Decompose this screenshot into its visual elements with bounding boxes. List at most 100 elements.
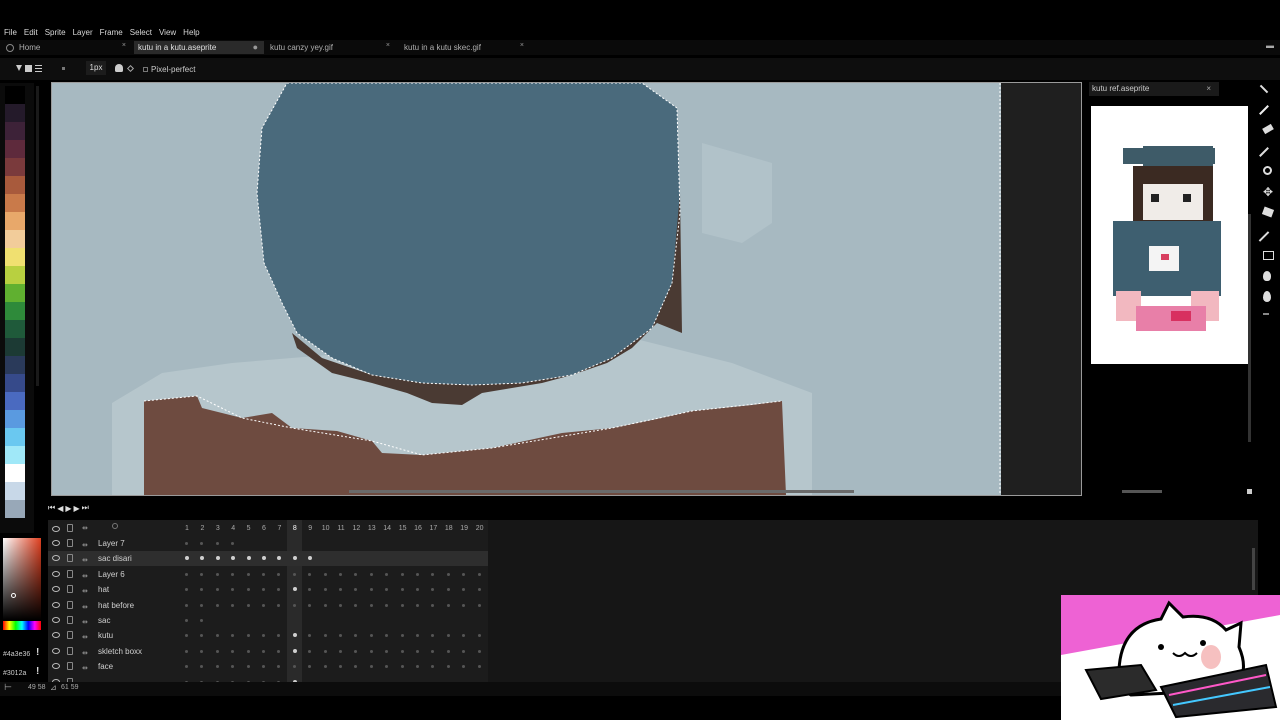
cel[interactable] xyxy=(323,572,327,576)
cel[interactable] xyxy=(369,649,373,653)
palette-swatch[interactable] xyxy=(5,428,25,446)
cel[interactable] xyxy=(262,665,265,669)
palette-scrollbar[interactable] xyxy=(36,86,39,386)
palette-swatch[interactable] xyxy=(5,140,25,158)
arrow-down-icon[interactable] xyxy=(16,65,22,71)
cel[interactable] xyxy=(385,634,389,638)
cel[interactable] xyxy=(277,556,282,561)
cel[interactable] xyxy=(477,572,481,576)
hue-slider[interactable] xyxy=(3,621,41,630)
cel[interactable] xyxy=(246,649,250,653)
cel[interactable] xyxy=(246,572,250,576)
link-icon[interactable]: ⇹ xyxy=(82,633,88,641)
lock-icon[interactable] xyxy=(67,585,73,594)
cel[interactable] xyxy=(215,649,219,653)
reference-vertical-scrollbar[interactable] xyxy=(1248,214,1251,442)
cel[interactable] xyxy=(354,649,358,653)
frame-number[interactable]: 1 xyxy=(181,525,193,532)
cel[interactable] xyxy=(369,603,373,607)
cel[interactable] xyxy=(400,603,404,607)
palette-swatch[interactable] xyxy=(5,266,25,284)
cel[interactable] xyxy=(323,588,327,592)
cel[interactable] xyxy=(308,588,312,592)
frame-number[interactable]: 7 xyxy=(273,525,285,532)
sprite-canvas[interactable] xyxy=(52,83,1001,495)
cel[interactable] xyxy=(308,665,312,669)
pixel-perfect-checkbox[interactable] xyxy=(143,67,148,72)
link-icon[interactable]: ⇹ xyxy=(82,618,88,626)
menu-select[interactable]: Select xyxy=(126,28,155,37)
cel[interactable] xyxy=(200,619,204,622)
link-icon[interactable]: ⇹ xyxy=(82,603,88,611)
cel[interactable] xyxy=(462,634,466,638)
cel[interactable] xyxy=(416,603,419,607)
layer-name[interactable]: hat xyxy=(98,585,109,594)
cel[interactable] xyxy=(446,588,450,592)
layer-name[interactable]: Layer 6 xyxy=(98,570,125,579)
frame-number[interactable]: 14 xyxy=(381,525,393,532)
cel[interactable] xyxy=(308,603,312,607)
tab-home-close[interactable]: × xyxy=(122,42,126,49)
last-frame-button[interactable]: ⏭ xyxy=(82,503,89,513)
cel[interactable] xyxy=(462,665,466,669)
brush-size-field[interactable]: 1px xyxy=(86,61,106,75)
palette-swatch[interactable] xyxy=(5,446,25,464)
menu-sprite[interactable]: Sprite xyxy=(41,28,69,37)
eye-icon[interactable] xyxy=(52,570,60,577)
cel[interactable] xyxy=(308,634,312,638)
palette-swatch[interactable] xyxy=(5,248,25,266)
link-icon[interactable]: ⇹ xyxy=(82,664,88,672)
layer-name[interactable]: kutu xyxy=(98,631,113,640)
tab-close[interactable]: × xyxy=(520,42,524,49)
palette-swatch[interactable] xyxy=(5,392,25,410)
canvas-editor[interactable] xyxy=(51,82,1082,496)
cel[interactable] xyxy=(477,603,481,607)
cel[interactable] xyxy=(185,572,188,576)
lock-icon[interactable] xyxy=(67,539,73,547)
cel[interactable] xyxy=(215,588,219,592)
frame-number[interactable]: 2 xyxy=(196,525,208,532)
frame-number[interactable]: 10 xyxy=(320,525,332,532)
move-icon[interactable]: ✥ xyxy=(1263,186,1275,198)
palette-swatch[interactable] xyxy=(5,356,25,374)
lock-icon[interactable] xyxy=(67,554,73,563)
cel[interactable] xyxy=(231,572,235,576)
cel[interactable] xyxy=(292,633,297,638)
layer-name[interactable]: skletch boxx xyxy=(98,647,142,656)
lock-icon[interactable] xyxy=(67,662,73,671)
layer-row[interactable]: ⇹ hat xyxy=(48,582,488,597)
bucket-icon[interactable] xyxy=(115,64,123,72)
cel[interactable] xyxy=(431,603,435,607)
lock-icon[interactable] xyxy=(67,616,73,624)
layer-name[interactable]: hat before xyxy=(98,601,134,610)
first-frame-button[interactable]: ⏮ xyxy=(48,503,55,513)
frame-number[interactable]: 17 xyxy=(427,525,439,532)
layer-row[interactable]: ⇹ skletch boxx xyxy=(48,644,488,659)
cel[interactable] xyxy=(339,588,342,592)
cel[interactable] xyxy=(185,556,189,561)
frame-number[interactable]: 5 xyxy=(243,525,255,532)
cel[interactable] xyxy=(477,649,481,653)
cel[interactable] xyxy=(354,665,358,669)
frame-number[interactable]: 11 xyxy=(335,525,347,532)
save-icon[interactable] xyxy=(25,65,32,72)
cel[interactable] xyxy=(339,634,342,638)
eye-icon[interactable] xyxy=(52,601,60,608)
cel[interactable] xyxy=(262,649,265,653)
palette-swatch[interactable] xyxy=(5,158,25,176)
cel[interactable] xyxy=(185,619,188,622)
palette-swatch[interactable] xyxy=(5,284,25,302)
cel[interactable] xyxy=(431,665,435,669)
cel[interactable] xyxy=(339,603,342,607)
palette-swatch[interactable] xyxy=(5,194,25,212)
cel[interactable] xyxy=(385,588,389,592)
eye-icon[interactable] xyxy=(52,663,60,670)
cel[interactable] xyxy=(323,634,327,638)
cel[interactable] xyxy=(277,665,281,669)
color-spectrum[interactable] xyxy=(3,538,41,620)
menu-help[interactable]: Help xyxy=(179,28,202,37)
spectrum-cursor[interactable] xyxy=(11,593,16,598)
tab-close[interactable]: × xyxy=(386,42,390,49)
cel[interactable] xyxy=(477,634,481,638)
cel[interactable] xyxy=(323,649,327,653)
